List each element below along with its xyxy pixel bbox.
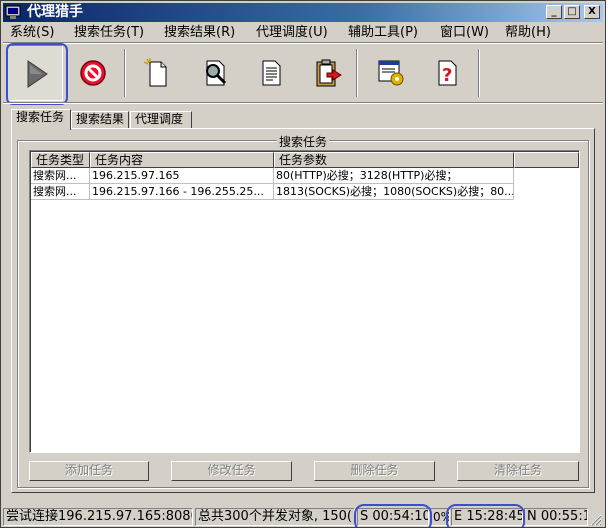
menu-help[interactable]: 帮助(H) — [505, 24, 551, 41]
cell-params: 1813(SOCKS)必搜；1080(SOCKS)必搜；80... — [274, 184, 514, 200]
new-document-icon — [143, 58, 167, 87]
tab-search-task[interactable]: 搜索任务 — [11, 109, 71, 130]
toolbar-divider — [3, 102, 603, 104]
add-task-button[interactable]: 添加任务 — [29, 461, 149, 481]
menu-window[interactable]: 窗口(W) — [440, 24, 489, 41]
help-icon: ? — [438, 60, 457, 86]
search-document-icon — [206, 60, 227, 86]
cell-params: 80(HTTP)必搜；3128(HTTP)必搜； — [274, 168, 514, 184]
menu-system[interactable]: 系统(S) — [10, 24, 54, 41]
minimize-button[interactable]: _ — [546, 5, 562, 19]
menu-search-task[interactable]: 搜索任务(T) — [74, 24, 144, 41]
app-icon — [5, 5, 21, 19]
status-bar: 尝试连接196.215.97.165:8080( 总共300个并发对象, 150… — [3, 504, 603, 527]
column-task-content[interactable]: 任务内容 — [90, 152, 274, 168]
column-task-type[interactable]: 任务类型 — [31, 152, 90, 168]
status-concurrent: 总共300个并发对象, 150( — [195, 508, 355, 526]
column-empty[interactable] — [514, 152, 579, 168]
list-header: 任务类型 任务内容 任务参数 — [31, 152, 579, 169]
toolbar-separator-3 — [478, 49, 480, 97]
tab-proxy-schedule[interactable]: 代理调度 — [130, 111, 192, 129]
options-button[interactable] — [363, 45, 419, 101]
table-row[interactable]: 搜索网... 196.215.97.165 80(HTTP)必搜；3128(HT… — [31, 168, 579, 184]
edit-task-button[interactable]: 修改任务 — [171, 461, 292, 481]
stop-icon — [80, 60, 106, 86]
maximize-button[interactable]: □ — [564, 5, 580, 19]
toolbar-separator — [124, 49, 126, 97]
highlight-start-time — [354, 504, 432, 527]
group-title: 搜索任务 — [276, 135, 329, 149]
window-title: 代理猎手 — [27, 4, 83, 20]
text-document-icon — [262, 60, 281, 86]
status-remaining-time: N 00:55:14 — [524, 508, 588, 526]
highlight-elapsed-time — [446, 504, 525, 527]
stop-button[interactable] — [65, 45, 121, 101]
clear-task-button[interactable]: 清除任务 — [457, 461, 579, 481]
menu-proxy-schedule[interactable]: 代理调度(U) — [256, 24, 328, 41]
clipboard-arrow-icon — [316, 59, 342, 87]
toolbar: ? — [3, 43, 603, 105]
column-task-params[interactable]: 任务参数 — [274, 152, 514, 168]
status-connect: 尝试连接196.215.97.165:8080( — [3, 508, 193, 526]
toolbar-separator-2 — [356, 49, 358, 97]
close-button[interactable]: X — [584, 5, 600, 19]
cell-type: 搜索网... — [31, 184, 90, 200]
table-row[interactable]: 搜索网... 196.215.97.166 - 196.255.25... 18… — [31, 184, 579, 200]
main-window: 代理猎手 _ □ X 系统(S) 搜索任务(T) 搜索结果(R) 代理调度(U)… — [0, 0, 606, 528]
resize-grip-icon[interactable] — [590, 514, 602, 526]
task-list-button[interactable] — [243, 45, 299, 101]
import-task-button[interactable] — [299, 45, 355, 101]
help-button[interactable]: ? — [419, 45, 475, 101]
new-task-button[interactable] — [129, 45, 185, 101]
menu-bar: 系统(S) 搜索任务(T) 搜索结果(R) 代理调度(U) 辅助工具(P) 窗口… — [3, 22, 603, 42]
search-task-button[interactable] — [187, 45, 243, 101]
menu-tools[interactable]: 辅助工具(P) — [348, 24, 418, 41]
cell-type: 搜索网... — [31, 168, 90, 184]
task-list[interactable]: 任务类型 任务内容 任务参数 搜索网... 196.215.97.165 80(… — [29, 150, 580, 453]
menu-search-result[interactable]: 搜索结果(R) — [164, 24, 235, 41]
settings-window-icon — [378, 60, 404, 86]
title-bar[interactable]: 代理猎手 _ □ X — [3, 3, 603, 22]
svg-text:?: ? — [442, 65, 452, 86]
cell-content: 196.215.97.166 - 196.255.25... — [90, 184, 274, 200]
tab-search-result[interactable]: 搜索结果 — [71, 111, 129, 129]
delete-task-button[interactable]: 删除任务 — [314, 461, 435, 481]
cell-content: 196.215.97.165 — [90, 168, 274, 184]
highlight-start — [6, 43, 68, 105]
